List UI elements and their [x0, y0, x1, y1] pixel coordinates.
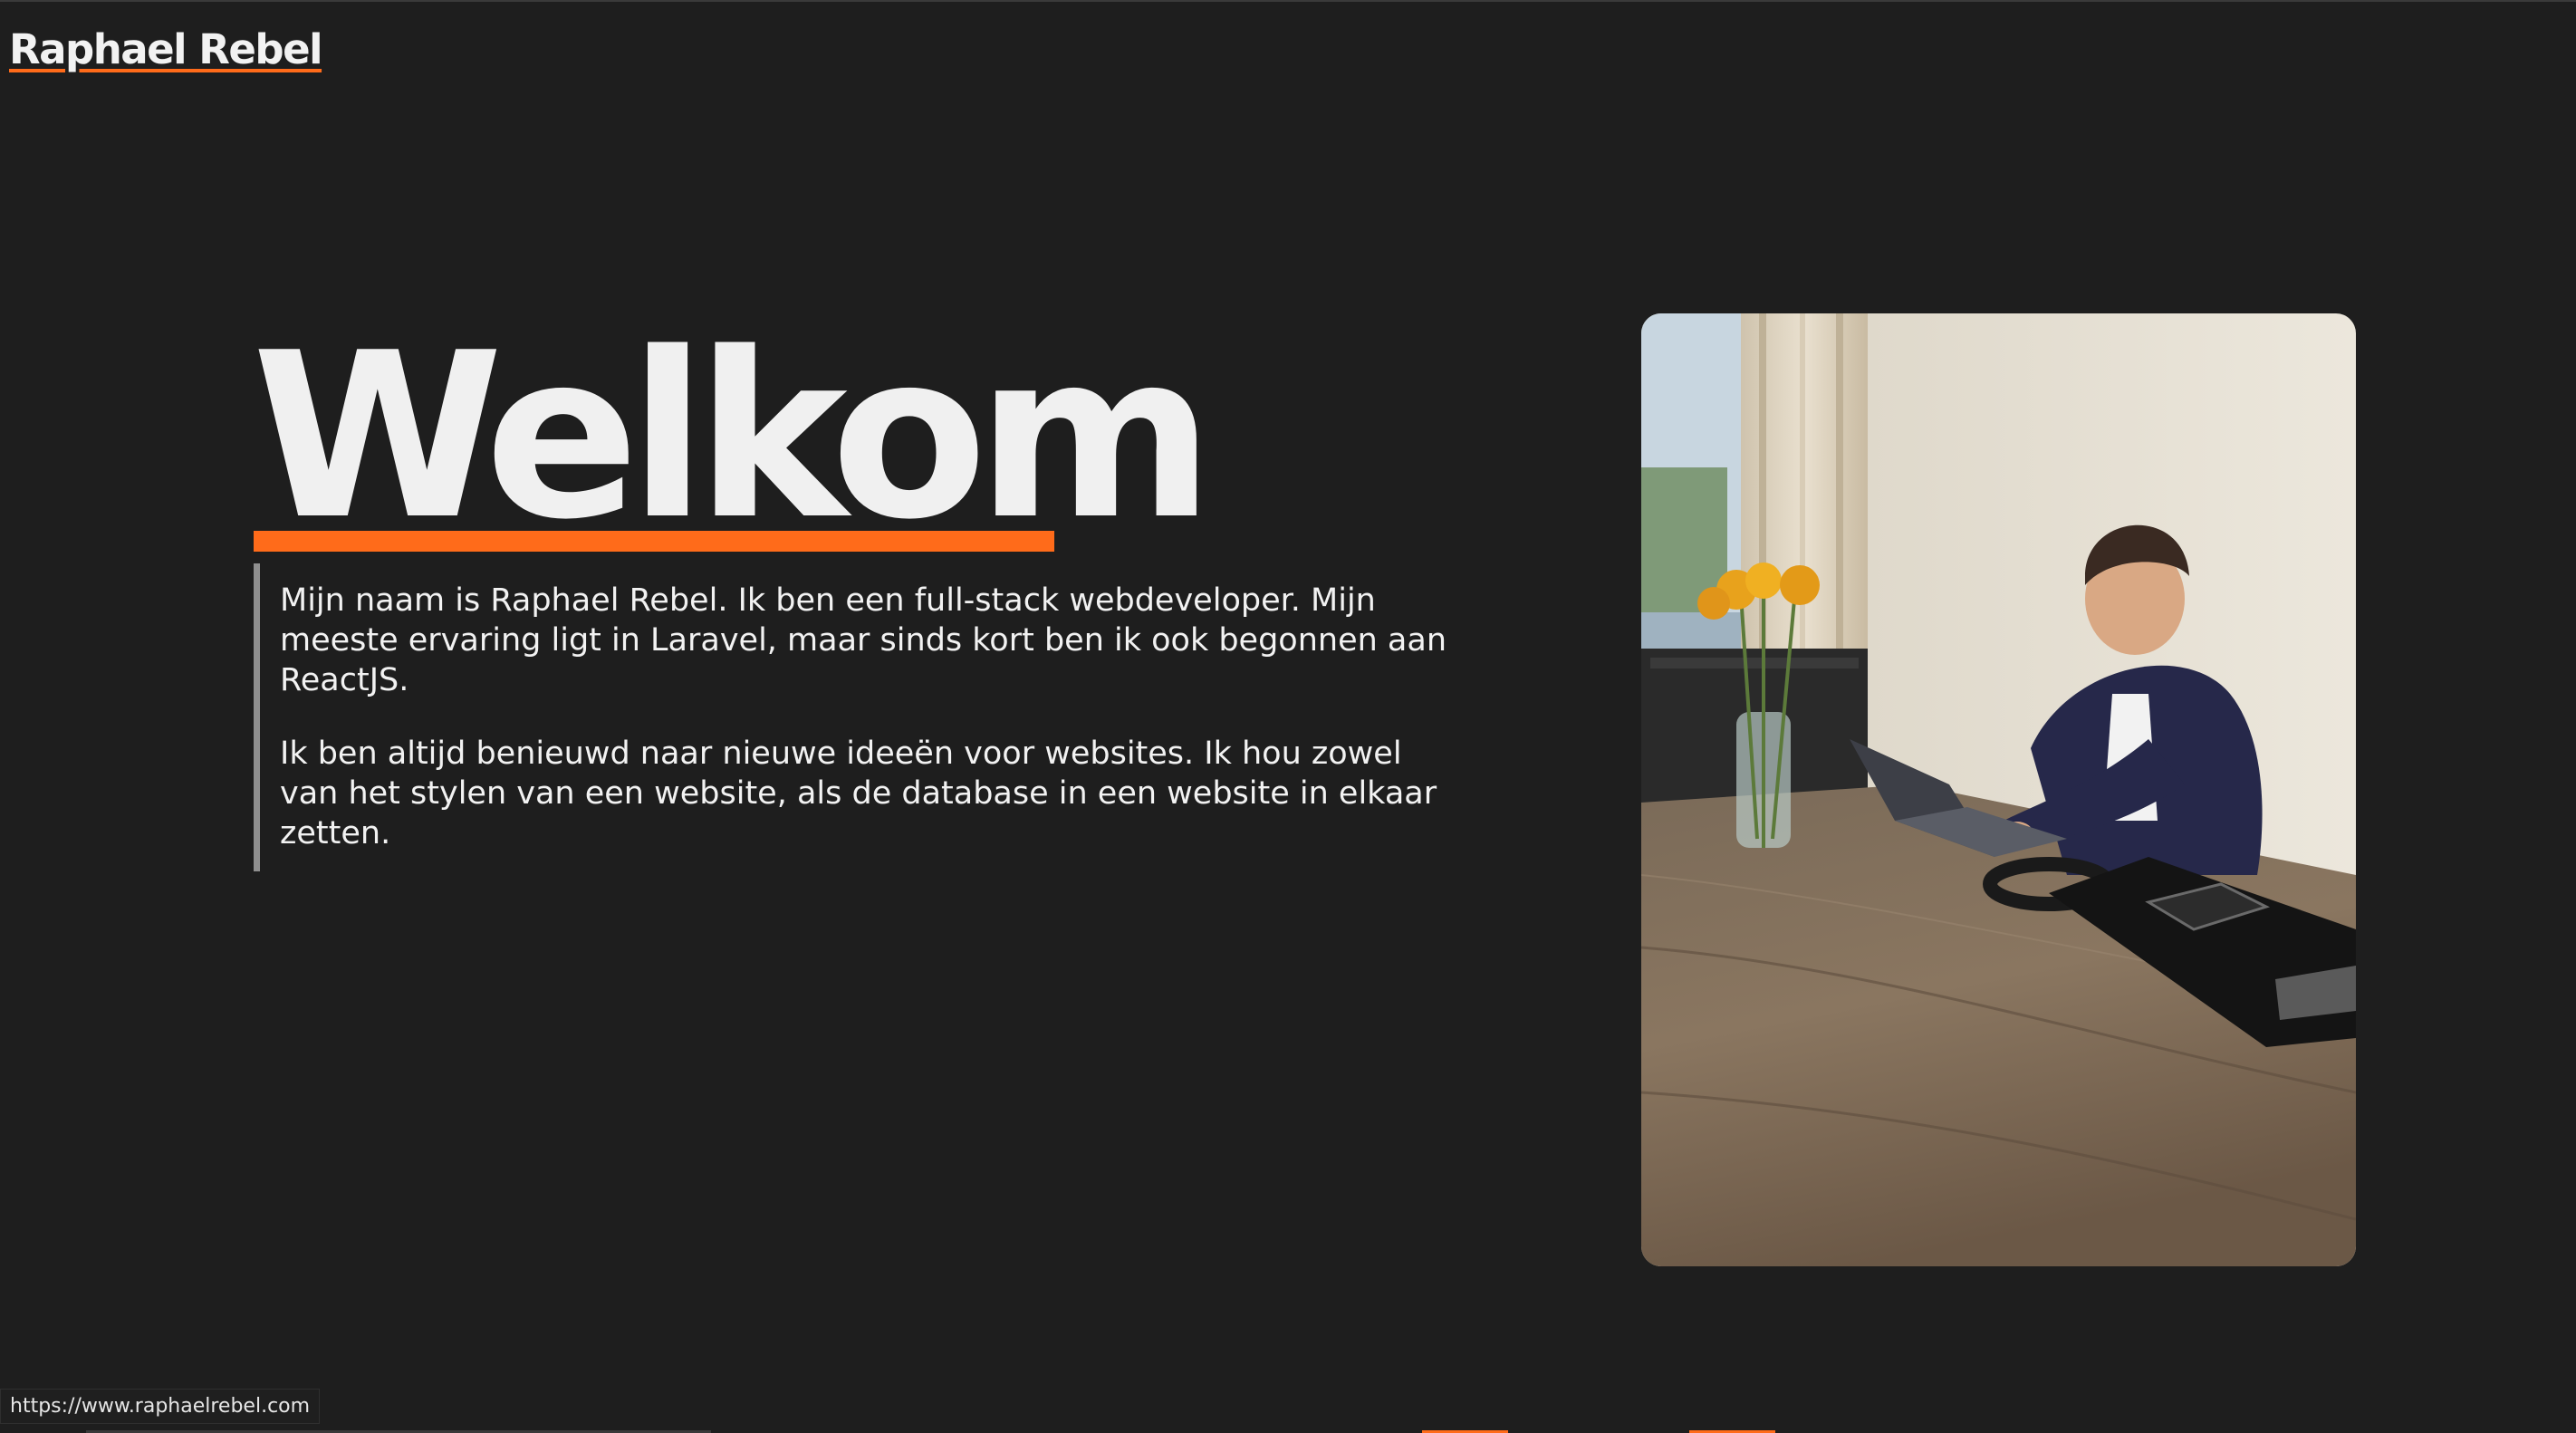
intro-paragraph-2: Ik ben altijd benieuwd naar nieuwe ideeë…	[280, 736, 1437, 851]
page-title: Welkom	[252, 304, 1215, 570]
status-bar-url: https://www.raphaelrebel.com	[0, 1389, 321, 1424]
intro-blockquote: Mijn naam is Raphael Rebel. Ik ben een f…	[254, 563, 1458, 871]
title-underline	[254, 531, 1054, 552]
intro-paragraph-1: Mijn naam is Raphael Rebel. Ik ben een f…	[280, 582, 1447, 698]
brand-link[interactable]: Raphael Rebel	[9, 25, 323, 73]
profile-photo	[1641, 313, 2356, 1266]
page: Raphael Rebel Welkom Mijn naam is Raphae…	[0, 0, 2576, 1433]
